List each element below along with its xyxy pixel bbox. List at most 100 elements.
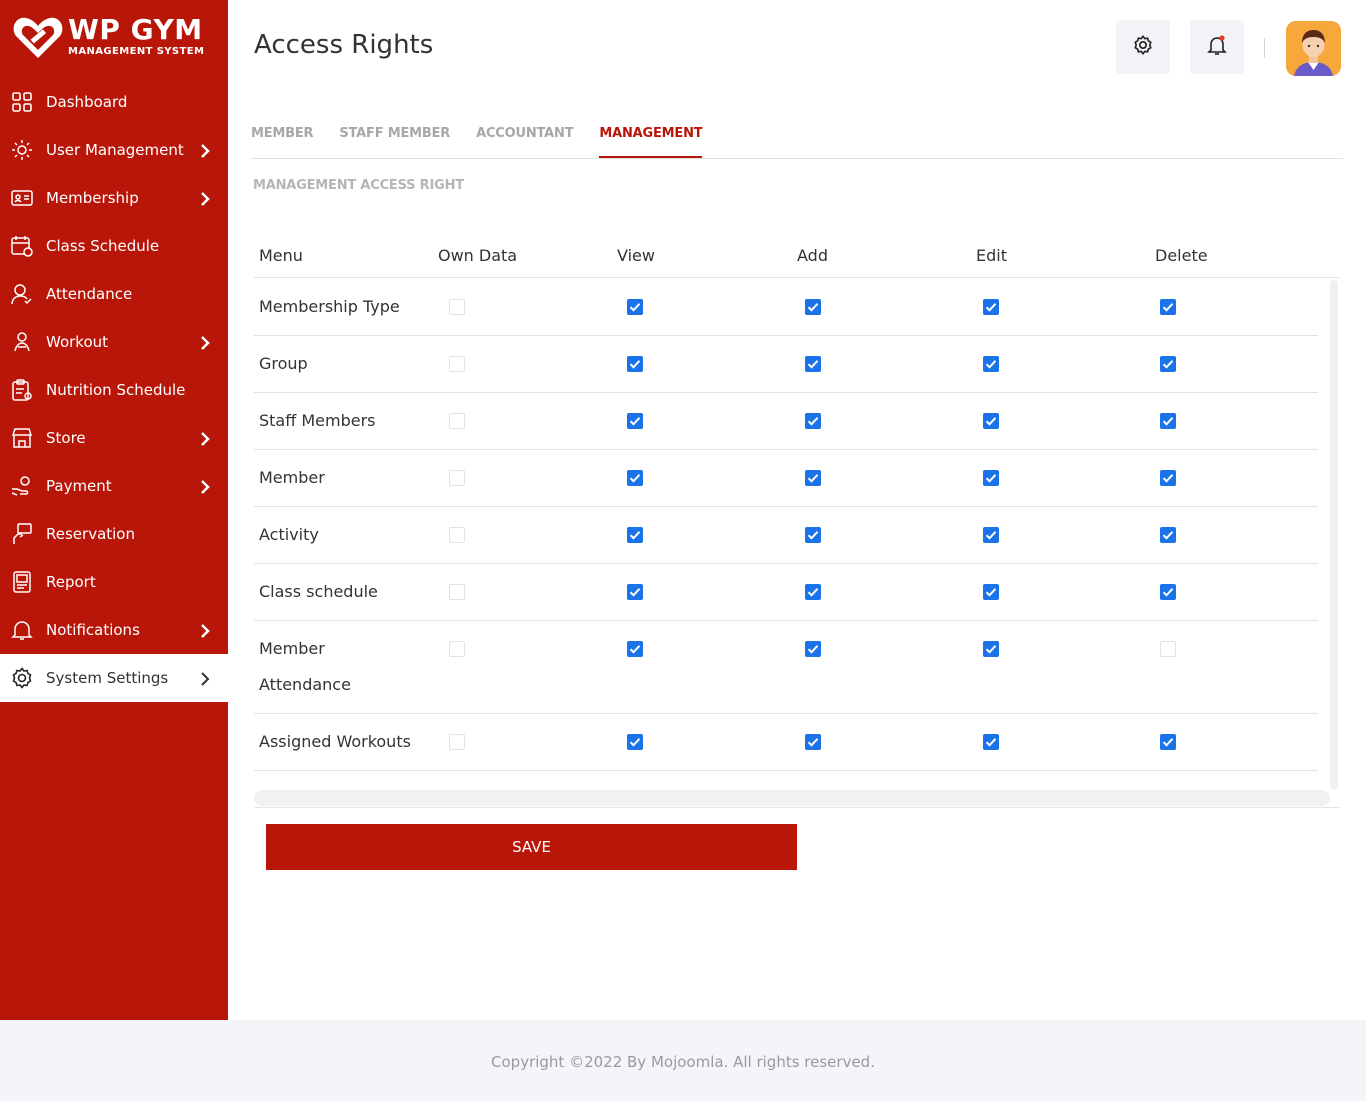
checkmark-icon [1162, 474, 1174, 483]
own-data-checkbox[interactable] [449, 356, 465, 372]
sidebar-item-system-settings[interactable]: System Settings [0, 654, 228, 702]
sidebar-item-dashboard[interactable]: Dashboard [0, 78, 228, 126]
own-data-checkbox[interactable] [449, 413, 465, 429]
sidebar-item-user-management[interactable]: User Management [0, 126, 228, 174]
edit-checkbox[interactable] [983, 641, 999, 657]
delete-checkbox[interactable] [1160, 413, 1176, 429]
bell-icon [1207, 34, 1227, 60]
view-checkbox[interactable] [627, 299, 643, 315]
sidebar-item-notifications[interactable]: Notifications [0, 606, 228, 654]
horizontal-scrollbar[interactable] [254, 790, 1330, 806]
brand-title: WP GYM [68, 13, 203, 46]
checkmark-icon [985, 303, 997, 312]
sidebar-item-class-schedule[interactable]: Class Schedule [0, 222, 228, 270]
checkmark-icon [807, 360, 819, 369]
report-icon [11, 571, 33, 593]
delete-checkbox[interactable] [1160, 641, 1176, 657]
settings-button[interactable] [1116, 20, 1170, 74]
own-data-checkbox[interactable] [449, 734, 465, 750]
view-checkbox[interactable] [627, 584, 643, 600]
column-header-delete: Delete [1155, 246, 1208, 265]
tab-accountant[interactable]: ACCOUNTANT [476, 126, 573, 158]
sidebar-item-label: Class Schedule [46, 237, 160, 255]
edit-checkbox[interactable] [983, 734, 999, 750]
save-button[interactable]: SAVE [266, 824, 797, 870]
view-checkbox[interactable] [627, 356, 643, 372]
sidebar-item-attendance[interactable]: Attendance [0, 270, 228, 318]
tab-staff-member[interactable]: STAFF MEMBER [339, 126, 450, 158]
user-avatar-icon[interactable] [1286, 21, 1341, 76]
checkmark-icon [629, 588, 641, 597]
checkmark-icon [1162, 588, 1174, 597]
sidebar-item-membership[interactable]: Membership [0, 174, 228, 222]
checkmark-icon [985, 474, 997, 483]
edit-checkbox[interactable] [983, 584, 999, 600]
table-row: Member [254, 450, 1318, 507]
sidebar-item-label: Reservation [46, 525, 135, 543]
own-data-checkbox[interactable] [449, 527, 465, 543]
footer: Copyright ©2022 By Mojoomla. All rights … [0, 1020, 1366, 1101]
own-data-checkbox[interactable] [449, 299, 465, 315]
view-checkbox[interactable] [627, 470, 643, 486]
role-tabs: MEMBER STAFF MEMBER ACCOUNTANT MANAGEMEN… [251, 126, 728, 158]
menu-name-cell: Class schedule [259, 582, 378, 601]
edit-checkbox[interactable] [983, 470, 999, 486]
checkmark-icon [629, 645, 641, 654]
nutrition-clipboard-icon [11, 379, 33, 401]
own-data-checkbox[interactable] [449, 641, 465, 657]
add-checkbox[interactable] [805, 641, 821, 657]
checkmark-icon [807, 474, 819, 483]
add-checkbox[interactable] [805, 356, 821, 372]
sidebar-item-workout[interactable]: Workout [0, 318, 228, 366]
add-checkbox[interactable] [805, 299, 821, 315]
add-checkbox[interactable] [805, 470, 821, 486]
brand-subtitle: MANAGEMENT SYSTEM [68, 46, 205, 57]
table-row: Membership Type [254, 279, 1318, 336]
edit-checkbox[interactable] [983, 299, 999, 315]
add-checkbox[interactable] [805, 734, 821, 750]
chevron-right-icon [200, 335, 210, 350]
notifications-button[interactable] [1190, 20, 1244, 74]
delete-checkbox[interactable] [1160, 299, 1176, 315]
sidebar-item-reservation[interactable]: Reservation [0, 510, 228, 558]
membership-card-icon [11, 187, 33, 209]
vertical-scrollbar[interactable] [1330, 280, 1338, 790]
delete-checkbox[interactable] [1160, 584, 1176, 600]
edit-checkbox[interactable] [983, 356, 999, 372]
checkmark-icon [1162, 303, 1174, 312]
sidebar-item-report[interactable]: Report [0, 558, 228, 606]
chevron-right-icon [200, 479, 210, 494]
delete-checkbox[interactable] [1160, 734, 1176, 750]
own-data-checkbox[interactable] [449, 470, 465, 486]
sidebar-item-store[interactable]: Store [0, 414, 228, 462]
checkmark-icon [807, 417, 819, 426]
add-checkbox[interactable] [805, 527, 821, 543]
dashboard-icon [11, 91, 33, 113]
checkmark-icon [807, 303, 819, 312]
delete-checkbox[interactable] [1160, 527, 1176, 543]
edit-checkbox[interactable] [983, 527, 999, 543]
add-checkbox[interactable] [805, 413, 821, 429]
view-checkbox[interactable] [627, 413, 643, 429]
sidebar-item-label: User Management [46, 141, 184, 159]
delete-checkbox[interactable] [1160, 470, 1176, 486]
tab-management[interactable]: MANAGEMENT [599, 126, 703, 158]
brand-logo[interactable]: WP GYM MANAGEMENT SYSTEM [12, 12, 218, 62]
calendar-icon [11, 235, 33, 257]
sidebar-item-label: Nutrition Schedule [46, 381, 186, 399]
sidebar-item-payment[interactable]: Payment [0, 462, 228, 510]
view-checkbox[interactable] [627, 734, 643, 750]
chevron-right-icon [200, 431, 210, 446]
view-checkbox[interactable] [627, 527, 643, 543]
checkmark-icon [985, 645, 997, 654]
tabs-divider [251, 158, 1343, 159]
add-checkbox[interactable] [805, 584, 821, 600]
sidebar-item-nutrition-schedule[interactable]: Nutrition Schedule [0, 366, 228, 414]
tab-member[interactable]: MEMBER [251, 126, 314, 158]
own-data-checkbox[interactable] [449, 584, 465, 600]
edit-checkbox[interactable] [983, 413, 999, 429]
view-checkbox[interactable] [627, 641, 643, 657]
checkmark-icon [985, 738, 997, 747]
chevron-right-icon [200, 191, 210, 206]
delete-checkbox[interactable] [1160, 356, 1176, 372]
